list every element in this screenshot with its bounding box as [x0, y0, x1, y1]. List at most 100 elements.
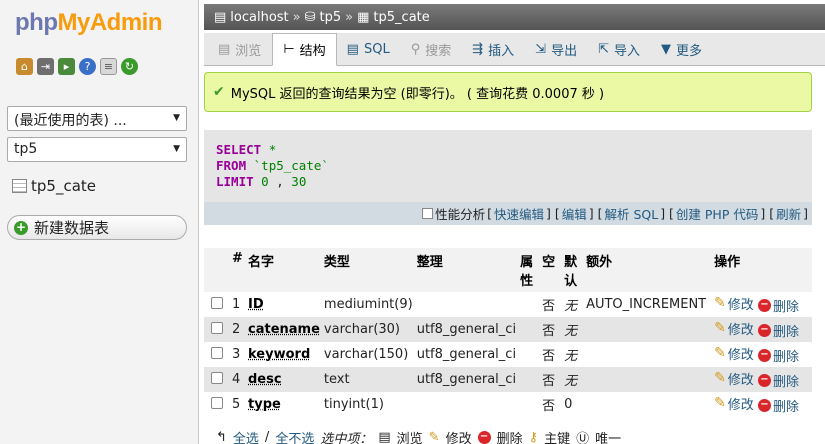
- delete-button[interactable]: − 删除: [757, 371, 799, 390]
- table-row: 2 catename varchar(30) utf8_general_ci 否…: [204, 317, 812, 342]
- delete-button[interactable]: − 删除: [757, 396, 799, 415]
- row-checkbox[interactable]: [211, 296, 223, 309]
- delete-button[interactable]: − 删除: [757, 296, 799, 315]
- tab-bar: ▤ 浏览 ⊢ 结构 ▤ SQL ⚲ 搜索 ⇶ 插入 ⇲ 导出 ⇱ 导入 ▼ 更多: [204, 33, 825, 66]
- row-checkbox[interactable]: [211, 346, 223, 359]
- browse-icon: ▤: [378, 430, 391, 444]
- success-message: ✔ MySQL 返回的查询结果为空 (即零行)。 ( 查询花费 0.0007 秒…: [204, 72, 812, 112]
- table-row: 4 desc text utf8_general_ci 否 无 ✎ 修改 − 删除: [204, 367, 812, 392]
- add-icon: +: [14, 219, 28, 235]
- database-select[interactable]: tp5 ▼: [7, 137, 187, 162]
- home-icon[interactable]: ⌂: [16, 58, 33, 75]
- arrow-up-left-icon: ↰: [216, 430, 227, 444]
- breadcrumb-table[interactable]: tp5_cate: [373, 10, 429, 25]
- bulk-browse-button[interactable]: 浏览: [397, 428, 423, 444]
- tab-import[interactable]: ⇱ 导入: [588, 33, 651, 65]
- structure-icon: ⊢: [283, 42, 295, 57]
- reload-icon[interactable]: ↻: [121, 58, 138, 75]
- delete-icon: −: [757, 374, 771, 388]
- edit-button[interactable]: ✎ 修改: [714, 319, 754, 338]
- tab-browse[interactable]: ▤ 浏览: [208, 33, 272, 65]
- database-icon: ⛁: [304, 9, 316, 25]
- field-name[interactable]: catename: [248, 322, 320, 337]
- field-name[interactable]: keyword: [248, 347, 310, 362]
- col-name: 名字: [246, 248, 322, 292]
- browse-icon: ▤: [218, 41, 231, 57]
- server-icon: ▤: [214, 9, 227, 25]
- pencil-icon: ✎: [714, 370, 726, 387]
- recent-tables-select[interactable]: (最近使用的表) ... ▼: [7, 106, 187, 131]
- table-icon: ▦: [357, 9, 370, 25]
- quick-edit-link[interactable]: 快速编辑: [494, 204, 544, 223]
- bulk-actions: ↰ 全选 / 全不选 选中项： ▤ 浏览 ✎ 修改 − 删除 ⚷ 主键 Ⓤ 唯一: [216, 428, 621, 444]
- key-icon: ⚷: [528, 430, 539, 444]
- delete-icon: −: [757, 349, 771, 363]
- delete-icon: −: [757, 324, 771, 338]
- breadcrumb-database[interactable]: tp5: [320, 10, 342, 25]
- breadcrumb-server[interactable]: localhost: [230, 10, 288, 25]
- row-checkbox[interactable]: [211, 321, 223, 334]
- uncheck-all-link[interactable]: 全不选: [275, 428, 314, 444]
- import-icon: ⇱: [598, 41, 609, 57]
- edit-link[interactable]: 编辑: [562, 204, 587, 223]
- tab-insert[interactable]: ⇶ 插入: [462, 33, 525, 65]
- chevron-down-icon: ▼: [173, 144, 180, 154]
- sql-code[interactable]: SELECT * FROM `tp5_cate` LIMIT 0 , 30: [216, 142, 329, 190]
- edit-button[interactable]: ✎ 修改: [714, 344, 754, 363]
- tab-search[interactable]: ⚲ 搜索: [401, 33, 463, 65]
- tab-export[interactable]: ⇲ 导出: [525, 33, 588, 65]
- docs-icon[interactable]: ≡: [100, 58, 117, 75]
- tab-sql[interactable]: ▤ SQL: [337, 33, 401, 65]
- explain-sql-link[interactable]: 解析 SQL: [604, 204, 658, 223]
- edit-button[interactable]: ✎ 修改: [714, 394, 754, 413]
- profiling-checkbox[interactable]: [422, 208, 434, 219]
- insert-icon: ⇶: [472, 41, 484, 57]
- bulk-delete-button[interactable]: 删除: [497, 428, 523, 444]
- table-icon: [12, 179, 27, 193]
- sql-links-bar: 性能分析 [快速编辑] [编辑] [解析 SQL] [创建 PHP 代码] [刷…: [204, 202, 812, 225]
- query-window-icon[interactable]: ▸: [58, 58, 75, 75]
- field-name[interactable]: desc: [248, 372, 282, 387]
- main-panel: ▤ localhost » ⛁ tp5 » ▦ tp5_cate ▤ 浏览 ⊢ 结构…: [200, 0, 825, 444]
- field-name[interactable]: ID: [248, 297, 264, 312]
- pencil-icon: ✎: [428, 430, 440, 444]
- help-icon[interactable]: ?: [79, 58, 96, 75]
- bulk-primary-button[interactable]: 主键: [544, 428, 570, 444]
- create-php-link[interactable]: 创建 PHP 代码: [676, 204, 758, 223]
- delete-button[interactable]: − 删除: [757, 321, 799, 340]
- chevron-down-icon: ▼: [173, 113, 180, 123]
- unique-icon: Ⓤ: [576, 432, 590, 444]
- bulk-unique-button[interactable]: 唯一: [595, 428, 621, 444]
- quick-links: ⌂ ⇥ ▸ ? ≡ ↻: [16, 58, 138, 75]
- field-name[interactable]: type: [248, 397, 281, 412]
- col-collation: 整理: [414, 248, 519, 292]
- new-table-button[interactable]: + 新建数据表: [7, 215, 187, 240]
- pencil-icon: ✎: [714, 320, 726, 337]
- edit-button[interactable]: ✎ 修改: [714, 294, 754, 313]
- col-attributes: 属性: [518, 248, 541, 292]
- edit-button[interactable]: ✎ 修改: [714, 369, 754, 388]
- check-all-link[interactable]: 全选: [233, 428, 259, 444]
- delete-button[interactable]: − 删除: [757, 346, 799, 365]
- phpmyadmin-logo[interactable]: phpMyAdmin: [15, 9, 162, 37]
- table-row: 1 ID mediumint(9) 否 无 AUTO_INCREMENT ✎ 修改…: [204, 292, 812, 317]
- col-type: 类型: [321, 248, 415, 292]
- chevron-down-icon: ▼: [661, 41, 671, 57]
- tab-structure[interactable]: ⊢ 结构: [272, 33, 337, 66]
- search-icon: ⚲: [410, 41, 421, 57]
- structure-table: # 名字 类型 整理 属性 空 默认 额外 操作 1 ID mediumint(…: [204, 248, 812, 417]
- delete-icon: −: [757, 399, 771, 413]
- row-checkbox[interactable]: [211, 371, 223, 384]
- col-extra: 额外: [584, 248, 713, 292]
- row-checkbox[interactable]: [211, 396, 223, 409]
- nav-table-item[interactable]: tp5_cate: [12, 177, 96, 195]
- breadcrumb: ▤ localhost » ⛁ tp5 » ▦ tp5_cate: [204, 4, 825, 30]
- bulk-edit-button[interactable]: 修改: [446, 428, 472, 444]
- sql-icon: ▤: [346, 41, 359, 57]
- table-header: # 名字 类型 整理 属性 空 默认 额外 操作: [204, 248, 812, 292]
- table-row: 3 keyword varchar(150) utf8_general_ci 否…: [204, 342, 812, 367]
- delete-icon: −: [477, 431, 491, 444]
- tab-more[interactable]: ▼ 更多: [651, 33, 713, 65]
- refresh-link[interactable]: 刷新: [776, 204, 801, 223]
- logout-icon[interactable]: ⇥: [37, 58, 54, 75]
